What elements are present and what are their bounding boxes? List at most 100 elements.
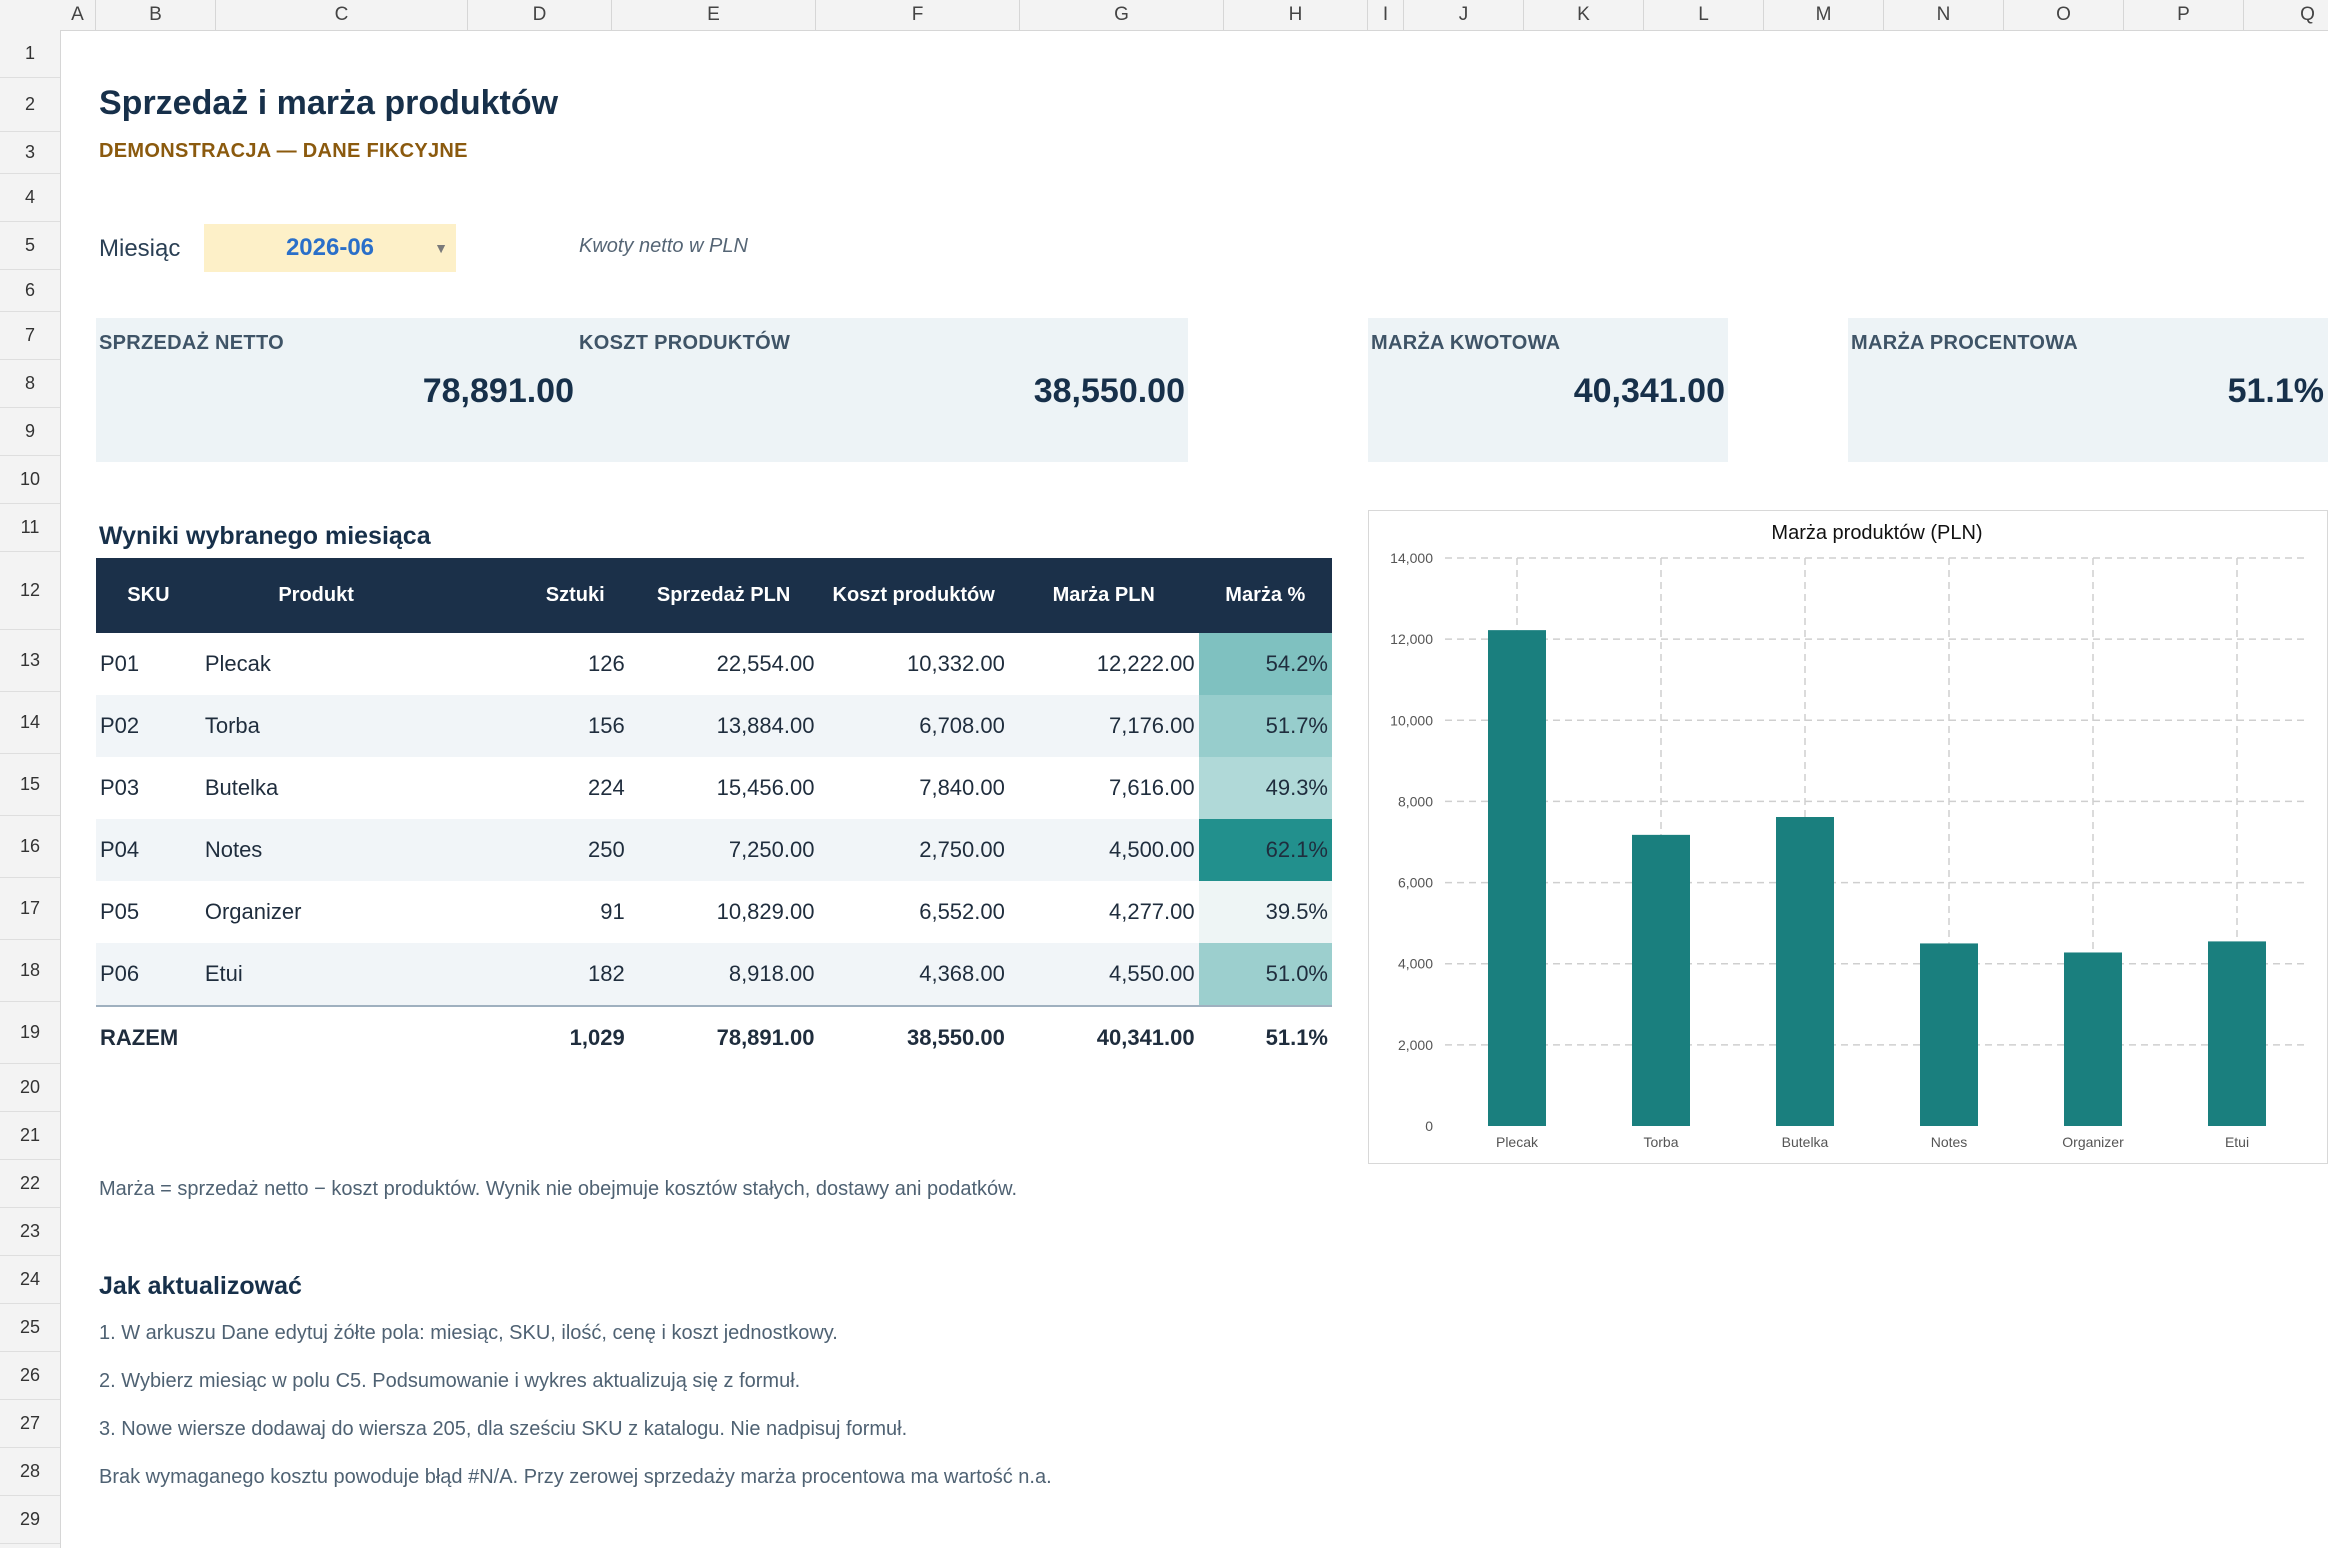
column-header-d[interactable]: D <box>468 0 612 30</box>
cell-product[interactable]: Organizer <box>201 881 432 943</box>
cell-sku[interactable]: P03 <box>96 757 201 819</box>
total-empty[interactable] <box>200 1005 432 1069</box>
row-header-3[interactable]: 3 <box>0 132 60 174</box>
cell-units[interactable]: 156 <box>431 695 629 757</box>
cell-sales[interactable]: 15,456.00 <box>629 757 819 819</box>
cell-cost[interactable]: 6,552.00 <box>818 881 1008 943</box>
column-header-q[interactable]: Q <box>2244 0 2328 30</box>
cell-units[interactable]: 224 <box>431 757 628 819</box>
col-header-product[interactable]: Produkt <box>200 558 432 633</box>
column-header-m[interactable]: M <box>1764 0 1884 30</box>
cell-pct[interactable]: 39.5% <box>1198 881 1332 943</box>
cell-cost[interactable]: 2,750.00 <box>818 819 1009 881</box>
col-header-sku[interactable]: SKU <box>96 558 201 633</box>
col-header-margin[interactable]: Marża PLN <box>1008 558 1199 633</box>
cell-units[interactable]: 91 <box>431 881 628 943</box>
row-header-10[interactable]: 10 <box>0 456 60 504</box>
total-label[interactable]: RAZEM <box>96 1005 201 1069</box>
total-sales[interactable]: 78,891.00 <box>628 1005 819 1069</box>
row-header-15[interactable]: 15 <box>0 754 60 816</box>
cell-pct[interactable]: 49.3% <box>1198 757 1332 819</box>
column-header-p[interactable]: P <box>2124 0 2244 30</box>
cell-product[interactable]: Plecak <box>201 633 432 695</box>
cell-sku[interactable]: P04 <box>96 819 201 881</box>
column-header-e[interactable]: E <box>612 0 816 30</box>
cell-product[interactable]: Butelka <box>201 757 432 819</box>
cell-margin[interactable]: 4,500.00 <box>1008 819 1199 881</box>
total-margin[interactable]: 40,341.00 <box>1008 1005 1199 1069</box>
column-header-n[interactable]: N <box>1884 0 2004 30</box>
column-header-f[interactable]: F <box>816 0 1020 30</box>
cell-sales[interactable]: 22,554.00 <box>629 633 819 695</box>
cell-margin[interactable]: 12,222.00 <box>1009 633 1199 695</box>
cell-pct[interactable]: 54.2% <box>1198 633 1332 695</box>
cell-product[interactable]: Notes <box>200 819 432 881</box>
col-header-cost[interactable]: Koszt produktów <box>818 558 1009 633</box>
row-header-21[interactable]: 21 <box>0 1112 60 1160</box>
column-header-k[interactable]: K <box>1524 0 1644 30</box>
column-header-o[interactable]: O <box>2004 0 2124 30</box>
row-header-14[interactable]: 14 <box>0 692 60 754</box>
cell-sku[interactable]: P06 <box>96 943 201 1006</box>
cell-margin[interactable]: 7,616.00 <box>1009 757 1199 819</box>
column-header-i[interactable]: I <box>1368 0 1404 30</box>
row-header-22[interactable]: 22 <box>0 1160 60 1208</box>
row-header-13[interactable]: 13 <box>0 630 60 692</box>
cell-units[interactable]: 250 <box>431 819 629 881</box>
row-header-23[interactable]: 23 <box>0 1208 60 1256</box>
row-header-1[interactable]: 1 <box>0 30 60 78</box>
cell-margin[interactable]: 4,550.00 <box>1008 943 1199 1006</box>
cell-product[interactable]: Etui <box>200 943 432 1006</box>
column-header-g[interactable]: G <box>1020 0 1224 30</box>
total-cost[interactable]: 38,550.00 <box>818 1005 1009 1069</box>
cell-sales[interactable]: 13,884.00 <box>628 695 819 757</box>
cell-units[interactable]: 126 <box>431 633 628 695</box>
cell-units[interactable]: 182 <box>431 943 629 1006</box>
margin-chart[interactable]: Marża produktów (PLN) 0 2,000 4,000 6,000 8,0… <box>1368 510 2328 1164</box>
column-header-a[interactable]: A <box>60 0 96 30</box>
row-header-6[interactable]: 6 <box>0 270 60 312</box>
row-header-25[interactable]: 25 <box>0 1304 60 1352</box>
row-header-18[interactable]: 18 <box>0 940 60 1002</box>
col-header-sales[interactable]: Sprzedaż PLN <box>628 558 819 633</box>
row-header-19[interactable]: 19 <box>0 1002 60 1064</box>
cell-margin[interactable]: 4,277.00 <box>1009 881 1199 943</box>
row-header-16[interactable]: 16 <box>0 816 60 878</box>
cell-pct[interactable]: 62.1% <box>1198 819 1332 881</box>
cell-cost[interactable]: 7,840.00 <box>818 757 1008 819</box>
cell-pct[interactable]: 51.0% <box>1198 943 1332 1006</box>
row-header-9[interactable]: 9 <box>0 408 60 456</box>
total-pct[interactable]: 51.1% <box>1198 1005 1332 1069</box>
column-header-h[interactable]: H <box>1224 0 1368 30</box>
cell-cost[interactable]: 10,332.00 <box>818 633 1008 695</box>
dropdown-arrow-icon[interactable]: ▼ <box>434 224 448 272</box>
cell-sales[interactable]: 10,829.00 <box>629 881 819 943</box>
column-header-j[interactable]: J <box>1404 0 1524 30</box>
row-header-5[interactable]: 5 <box>0 222 60 270</box>
row-header-24[interactable]: 24 <box>0 1256 60 1304</box>
cell-margin[interactable]: 7,176.00 <box>1008 695 1199 757</box>
cell-cost[interactable]: 4,368.00 <box>818 943 1009 1006</box>
column-header-l[interactable]: L <box>1644 0 1764 30</box>
cell-cost[interactable]: 6,708.00 <box>818 695 1009 757</box>
total-units[interactable]: 1,029 <box>431 1005 629 1069</box>
col-header-units[interactable]: Sztuki <box>431 558 629 633</box>
row-header-2[interactable]: 2 <box>0 78 60 132</box>
column-header-c[interactable]: C <box>216 0 468 30</box>
column-header-b[interactable]: B <box>96 0 216 30</box>
row-header-11[interactable]: 11 <box>0 504 60 552</box>
row-header-26[interactable]: 26 <box>0 1352 60 1400</box>
row-header-20[interactable]: 20 <box>0 1064 60 1112</box>
row-header-8[interactable]: 8 <box>0 360 60 408</box>
col-header-margin-pct[interactable]: Marża % <box>1198 558 1332 633</box>
cell-sales[interactable]: 8,918.00 <box>628 943 819 1006</box>
row-header-12[interactable]: 12 <box>0 552 60 630</box>
cell-sku[interactable]: P01 <box>96 633 201 695</box>
cell-product[interactable]: Torba <box>200 695 432 757</box>
row-header-4[interactable]: 4 <box>0 174 60 222</box>
cell-sku[interactable]: P02 <box>96 695 201 757</box>
row-header-27[interactable]: 27 <box>0 1400 60 1448</box>
row-header-17[interactable]: 17 <box>0 878 60 940</box>
cell-pct[interactable]: 51.7% <box>1198 695 1332 757</box>
row-header-28[interactable]: 28 <box>0 1448 60 1496</box>
